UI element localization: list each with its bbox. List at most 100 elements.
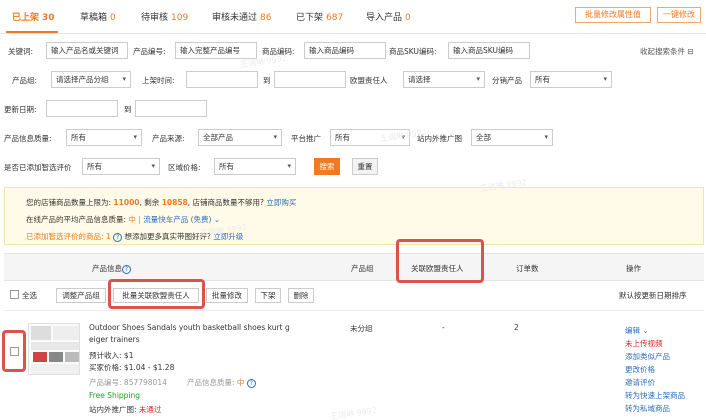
to-label: 到 xyxy=(263,76,271,85)
expected-income: 预计收入: $1 xyxy=(89,350,133,361)
update-date-end[interactable] xyxy=(135,100,207,117)
listed-time-end[interactable] xyxy=(274,71,346,88)
highlight-row-checkbox xyxy=(2,330,26,372)
batch-edit-button[interactable]: 批量修改 xyxy=(206,288,248,303)
invite-review-link[interactable]: 邀请评价 xyxy=(625,377,655,388)
sku-sku-input[interactable]: 输入商品SKU编码 xyxy=(448,42,530,59)
delist-button[interactable]: 下架 xyxy=(255,288,281,303)
distribution-select[interactable]: 所有 ▾ xyxy=(530,71,612,88)
tab-count: 86 xyxy=(260,13,272,23)
help-icon[interactable]: ? xyxy=(246,378,256,388)
tab-rejected[interactable]: 审核未通过 86 xyxy=(212,10,271,23)
quality-label: 产品信息质量: xyxy=(4,134,52,143)
region-price-select[interactable]: 所有 ▾ xyxy=(214,158,296,175)
notice-quality-line: 在线产品的平均产品信息质量: 中 | 流量快车产品 (免费) ⌄ xyxy=(26,214,220,225)
product-image xyxy=(31,326,79,374)
review-select[interactable]: 所有 ▾ xyxy=(82,158,160,175)
eu-owner-select-value: 请选择 xyxy=(408,75,431,84)
product-title-line2[interactable]: eiger trainers xyxy=(89,335,140,344)
upload-video-link[interactable]: 未上传视频 xyxy=(625,338,663,349)
tab-label: 审核未通过 xyxy=(212,13,258,23)
row-divider xyxy=(4,310,704,311)
delete-button[interactable]: 删除 xyxy=(288,288,314,303)
select-all-checkbox[interactable] xyxy=(10,290,19,299)
platform-select-value: 所有 xyxy=(335,133,350,142)
column-group: 产品组 xyxy=(351,264,374,273)
sku-code-input[interactable]: 输入商品编码 xyxy=(304,42,386,59)
search-button[interactable]: 搜索 xyxy=(314,158,340,175)
tab-count: 687 xyxy=(326,13,344,23)
highlight-owner-column xyxy=(396,239,484,283)
collapse-search-link[interactable]: 收起搜索条件 ⊟ xyxy=(640,46,694,57)
chevron-down-icon[interactable]: ⌄ xyxy=(214,215,220,224)
one-click-edit-button[interactable]: 一键修改 xyxy=(657,7,701,23)
tab-label: 已下架 xyxy=(296,13,324,23)
notice-text: , 剩余 xyxy=(139,198,160,207)
ads-image-select[interactable]: 全部 ▾ xyxy=(471,129,553,146)
add-similar-link[interactable]: 添加类似产品 xyxy=(625,351,670,362)
sort-order[interactable]: 默认按更新日期排序 xyxy=(619,290,687,301)
tab-count: 0 xyxy=(110,13,116,23)
notice-text: 在线产品的平均产品信息质量: xyxy=(26,215,127,224)
source-select[interactable]: 全部产品 ▾ xyxy=(198,129,282,146)
price-label: 买家价格: xyxy=(89,363,122,372)
change-price-link[interactable]: 更改价格 xyxy=(625,364,655,375)
buy-now-link[interactable]: 立即购买 xyxy=(266,198,296,207)
help-icon[interactable]: ? xyxy=(122,264,131,274)
tab-drafts[interactable]: 草稿箱 0 xyxy=(80,10,116,23)
tab-import[interactable]: 导入产品 0 xyxy=(366,10,411,23)
eu-owner-label: 欧盟责任人 xyxy=(350,76,388,85)
collapse-label: 收起搜索条件 xyxy=(640,47,685,56)
ads-status-label: 站内外推广图: xyxy=(89,405,137,414)
keyword-label: 关键词: xyxy=(8,47,34,56)
chevron-down-icon: ▾ xyxy=(151,162,155,170)
batch-edit-attributes-button[interactable]: 批量修改属性值 xyxy=(575,7,651,23)
review-label: 是否已添加智选评价 xyxy=(4,163,72,172)
product-thumbnail[interactable] xyxy=(28,323,80,375)
tab-label: 草稿箱 xyxy=(80,13,108,23)
chevron-down-icon: ▾ xyxy=(287,162,291,170)
tab-label: 待审核 xyxy=(141,13,169,23)
column-orders: 订单数 xyxy=(516,264,539,273)
free-shipping: Free Shipping xyxy=(89,391,141,400)
tab-pending[interactable]: 待审核 109 xyxy=(141,10,188,23)
chevron-down-icon: ▾ xyxy=(544,133,548,141)
tab-listed[interactable]: 已上架 30 xyxy=(12,10,55,23)
highlight-batch-link-button xyxy=(108,279,205,309)
column-label: 产品信息 xyxy=(92,264,122,273)
product-quality: 产品信息质量: 中 ? xyxy=(187,377,256,388)
group-select[interactable]: 请选择产品分组 ▾ xyxy=(51,71,131,88)
keyword-input[interactable]: 输入产品名或关键词 xyxy=(46,42,128,59)
row-group: 未分组 xyxy=(350,324,373,333)
product-title-line1[interactable]: Outdoor Shoes Sandals youth basketball s… xyxy=(89,323,290,332)
sku-sku-label: 商品SKU编码: xyxy=(389,47,437,56)
update-date-start[interactable] xyxy=(46,100,118,117)
region-price-label: 区域价格: xyxy=(168,163,201,172)
tab-count: 0 xyxy=(405,13,411,23)
collapse-icon: ⊟ xyxy=(687,47,694,56)
eu-owner-select[interactable]: 请选择 ▾ xyxy=(403,71,485,88)
tab-count: 109 xyxy=(171,13,189,23)
separator: | xyxy=(138,215,141,224)
private-domain-link[interactable]: 转为私域商品 xyxy=(625,403,670,414)
column-actions: 操作 xyxy=(626,264,641,273)
quality-select[interactable]: 所有 ▾ xyxy=(66,129,142,146)
to-label: 到 xyxy=(124,105,132,114)
update-date-label: 更新日期: xyxy=(4,105,37,114)
reset-button[interactable]: 重置 xyxy=(352,158,378,175)
adjust-group-button[interactable]: 调整产品组 xyxy=(56,288,106,303)
watermark: 王瑞琳 9992 xyxy=(329,405,378,420)
quick-list-link[interactable]: 转为快速上架商品 xyxy=(625,390,685,401)
product-no-input[interactable]: 输入完整产品编号 xyxy=(175,42,257,59)
notice-text: 已添加智选评价的商品: xyxy=(26,232,104,241)
chevron-down-icon: ▾ xyxy=(273,133,277,141)
traffic-express-link[interactable]: 流量快车产品 (免费) xyxy=(143,215,211,224)
listed-time-start[interactable] xyxy=(186,71,258,88)
active-tab-indicator xyxy=(6,31,58,33)
tab-offline[interactable]: 已下架 687 xyxy=(296,10,343,23)
help-icon[interactable]: ? xyxy=(113,232,123,242)
price-value: $1.04 - $1.28 xyxy=(123,363,175,372)
listed-time-label: 上架时间: xyxy=(142,76,175,85)
edit-dropdown[interactable]: 编辑 ⌄ xyxy=(625,325,649,336)
tab-label: 已上架 xyxy=(12,13,40,23)
